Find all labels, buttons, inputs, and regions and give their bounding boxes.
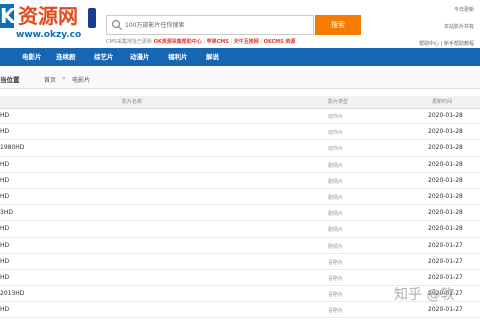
total-videos: 本站影片共有 [443, 24, 474, 30]
video-title-link[interactable]: 2013HD [0, 290, 24, 297]
table-row: HD 动作片 2020-01-28 [0, 108, 480, 125]
notice-text: CMS采集地址已更新 [106, 39, 152, 45]
video-title-link[interactable]: HD [0, 225, 9, 232]
video-title-link[interactable]: HD [0, 161, 9, 168]
column-header-type: 影片类型 [328, 99, 349, 105]
breadcrumb-arrow: » [62, 75, 66, 82]
video-category: 动作片 [328, 130, 344, 137]
table-row: HD 剧情片 2020-01-28 [0, 157, 480, 173]
site-header: K 资源网 www.okzy.co 100万部影片任你搜索 搜索 CMS采集地址… [0, 0, 480, 48]
nav-item-series[interactable]: 连续剧 [56, 48, 76, 66]
search-placeholder: 100万部影片任你搜索 [125, 22, 185, 29]
watermark: 知乎 @软 [394, 287, 455, 303]
nav-item-anime[interactable]: 动漫片 [130, 48, 150, 66]
video-date: 2020-01-27 [428, 306, 463, 314]
video-date: 2020-01-28 [428, 225, 463, 233]
video-title-link[interactable]: HD [0, 128, 9, 135]
today-update: 今日更新 [453, 7, 474, 13]
video-category: 剧情片 [328, 211, 344, 218]
breadcrumb-home[interactable]: 首页 [44, 75, 56, 84]
video-title-link[interactable]: HD [0, 306, 9, 313]
video-date: 2020-01-28 [428, 144, 463, 152]
video-title-link[interactable]: HD [0, 274, 9, 281]
nav-item-movies[interactable]: 电影片 [22, 48, 42, 66]
video-date: 2020-01-27 [428, 241, 463, 249]
video-category: 剧情片 [328, 194, 344, 201]
video-date: 2020-01-28 [428, 192, 463, 200]
video-category: 喜剧片 [328, 259, 344, 266]
main-nav: 电影片 连续剧 综艺片 动漫片 福利片 解说 [0, 48, 480, 66]
video-date: 2020-01-27 [428, 273, 463, 281]
video-category: 剧情片 [328, 243, 344, 250]
logo-icon[interactable]: K [0, 4, 16, 28]
breadcrumb-current: 电影片 [72, 77, 91, 84]
notice-bar: CMS采集地址已更新 OK资源采集帮助中心 | 苹果CMS | 天午互推网 | … [106, 38, 295, 45]
table-row: HD 动作片 2020-01-28 [0, 124, 480, 141]
video-title-link[interactable]: HD [0, 177, 9, 184]
video-title-link[interactable]: HD [0, 112, 9, 119]
logo-url: www.okzy.co [16, 30, 82, 40]
video-date: 2020-01-28 [428, 128, 463, 136]
search-icon [111, 19, 122, 30]
notice-separator: | [230, 39, 233, 45]
nav-item-welfare[interactable]: 福利片 [168, 48, 188, 66]
notice-link-help[interactable]: OK资源采集帮助中心 [154, 39, 202, 45]
table-row: 1980HD 动作片 2020-01-28 [0, 140, 480, 157]
breadcrumb-label: 当位置 [0, 76, 20, 84]
video-category: 动作片 [328, 114, 344, 120]
column-header-title: 影片名称 [122, 99, 143, 105]
table-row: HD 剧情片 2020-01-28 [0, 173, 480, 189]
video-title-link[interactable]: 3HD [0, 209, 13, 216]
notice-link-promo[interactable]: 天午互推网 [234, 39, 259, 45]
video-category: 剧情片 [328, 162, 344, 169]
logo-text[interactable]: 资源网 [18, 4, 78, 28]
table-row: HD 剧情片 2020-01-28 [0, 221, 480, 238]
video-date: 2020-01-28 [428, 112, 463, 119]
video-category: 喜剧片 [328, 308, 344, 315]
notice-link-resource[interactable]: 资源 [285, 39, 295, 45]
table-row: HD 喜剧片 2020-01-27 [0, 302, 480, 319]
video-title-link[interactable]: 1980HD [0, 144, 24, 151]
notice-link-cms[interactable]: 苹果CMS [207, 39, 229, 45]
notice-separator: | [260, 39, 263, 45]
notice-link-okcms[interactable]: OKCMS [264, 39, 284, 45]
table-row: HD 剧情片 2020-01-28 [0, 189, 480, 206]
video-date: 2020-01-28 [428, 160, 463, 168]
notice-separator: | [203, 39, 205, 45]
table-row: HD 喜剧片 2020-01-27 [0, 254, 480, 270]
video-title-link[interactable]: HD [0, 242, 9, 249]
video-date: 2020-01-27 [428, 257, 463, 265]
search-input[interactable]: 100万部影片任你搜索 [106, 15, 314, 35]
video-category: 剧情片 [328, 227, 344, 234]
table-row: HD 剧情片 2020-01-27 [0, 238, 480, 254]
video-date: 2020-01-28 [428, 176, 463, 184]
video-date: 2020-01-28 [428, 209, 463, 217]
video-category: 动作片 [328, 146, 344, 153]
column-header-date: 更新时间 [432, 99, 453, 105]
video-title-link[interactable]: HD [0, 193, 9, 200]
video-category: 剧情片 [328, 178, 344, 185]
video-category: 喜剧片 [328, 292, 344, 299]
video-title-link[interactable]: HD [0, 258, 9, 265]
help-links[interactable]: 帮助中心 | 新手帮助教程 [419, 40, 474, 47]
search-button[interactable]: 搜索 [315, 15, 361, 35]
nav-item-variety[interactable]: 综艺片 [94, 48, 114, 66]
video-category: 喜剧片 [328, 275, 344, 282]
table-row: 3HD 剧情片 2020-01-28 [0, 205, 480, 222]
nav-item-commentary[interactable]: 解说 [206, 48, 219, 66]
logo-badge-icon [88, 8, 96, 28]
breadcrumb: 当位置 首页 » 电影片 [0, 70, 480, 89]
